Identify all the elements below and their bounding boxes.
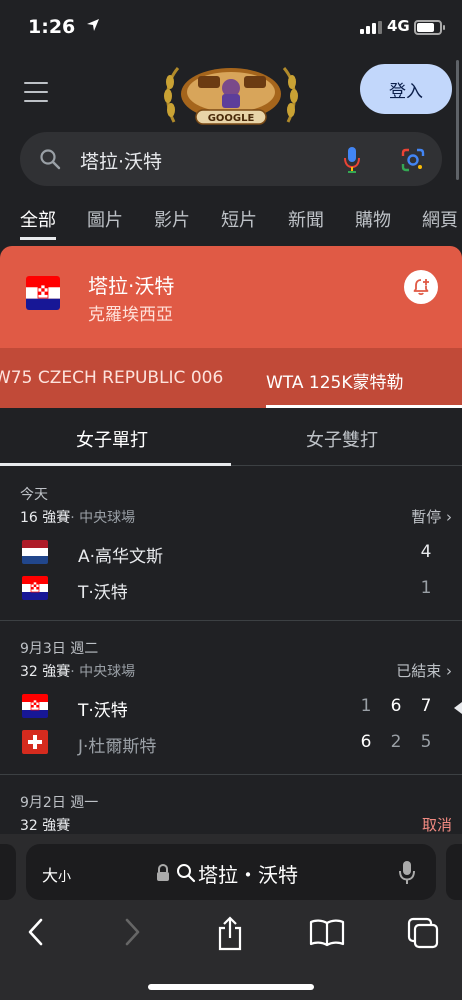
match-date: 9月3日 週二 bbox=[20, 641, 99, 657]
match-round: 32 強賽 bbox=[20, 818, 71, 834]
search-input[interactable]: 塔拉·沃特 bbox=[80, 147, 162, 174]
match-status[interactable]: 暫停 › bbox=[411, 506, 452, 527]
search-icon bbox=[40, 149, 61, 170]
set-score: 6 bbox=[390, 696, 402, 716]
address-bar[interactable]: 大小 塔拉・沃特 bbox=[26, 844, 436, 900]
match-court: · 中央球場 bbox=[70, 664, 136, 680]
set-score: 1 bbox=[420, 578, 432, 598]
cellular-signal-icon bbox=[360, 21, 382, 34]
set-score: 7 bbox=[420, 696, 432, 716]
forward-icon[interactable] bbox=[120, 916, 144, 948]
match-date: 今天 bbox=[20, 487, 48, 503]
player-name: A·高华文斯 bbox=[78, 547, 164, 567]
tab-womens-doubles[interactable]: 女子雙打 bbox=[306, 426, 378, 452]
tab-shopping[interactable]: 購物 bbox=[355, 206, 391, 240]
status-time: 1:26 bbox=[28, 16, 76, 38]
player-name: 塔拉·沃特 bbox=[88, 274, 175, 298]
bookmarks-icon[interactable] bbox=[308, 916, 346, 948]
google-lens-icon[interactable] bbox=[400, 147, 426, 173]
match-date: 9月2日 週一 bbox=[20, 795, 99, 811]
browser-nav bbox=[0, 912, 462, 962]
tab-shorts[interactable]: 短片 bbox=[221, 206, 257, 240]
player-name: T·沃特 bbox=[78, 583, 128, 603]
player-row: T·沃特 1 6 7 bbox=[0, 690, 462, 724]
tab-videos[interactable]: 影片 bbox=[154, 206, 190, 240]
match-card[interactable]: 9月3日 週二 32 強賽· 中央球場 已結束 › T·沃特 1 6 7 J·杜… bbox=[0, 620, 462, 774]
set-score: 2 bbox=[390, 732, 402, 752]
croatia-flag-icon bbox=[22, 694, 48, 718]
set-score: 5 bbox=[420, 732, 432, 752]
network-type: 4G bbox=[387, 17, 410, 35]
match-court: · 中央球場 bbox=[70, 510, 136, 526]
tournament-tabs: W75 CZECH REPUBLIC 006 WTA 125K蒙特勒 bbox=[0, 348, 462, 408]
set-score: 1 bbox=[360, 696, 372, 716]
tab-all[interactable]: 全部 bbox=[20, 206, 56, 240]
match-card[interactable]: 今天 16 強賽· 中央球場 暫停 › A·高华文斯 4 T·沃特 1 bbox=[0, 466, 462, 634]
next-tab-peek[interactable] bbox=[446, 844, 462, 900]
netherlands-flag-icon bbox=[22, 540, 48, 564]
share-icon[interactable] bbox=[214, 916, 246, 952]
google-doodle-logo[interactable]: GOOGLE bbox=[160, 62, 302, 130]
microphone-icon[interactable] bbox=[398, 860, 416, 886]
back-icon[interactable] bbox=[24, 916, 48, 948]
match-round: 32 強賽· 中央球場 bbox=[20, 664, 136, 680]
switzerland-flag-icon bbox=[22, 730, 48, 754]
tab-news[interactable]: 新聞 bbox=[288, 206, 324, 240]
player-row: J·杜爾斯特 6 2 5 bbox=[0, 726, 462, 760]
player-entity-header: 塔拉·沃特 克羅埃西亞 bbox=[0, 246, 462, 348]
match-card[interactable]: 9月2日 週一 32 強賽 取消 bbox=[0, 774, 462, 834]
croatia-flag-icon bbox=[26, 276, 60, 310]
voice-search-icon[interactable] bbox=[342, 146, 362, 174]
svg-text:GOOGLE: GOOGLE bbox=[208, 113, 255, 124]
lock-icon bbox=[157, 864, 169, 881]
menu-icon[interactable] bbox=[24, 82, 48, 102]
search-icon bbox=[177, 864, 196, 883]
event-tabs: 女子單打 女子雙打 bbox=[0, 408, 462, 466]
match-status[interactable]: 取消 bbox=[422, 814, 452, 834]
winner-indicator-icon bbox=[454, 702, 462, 714]
browser-toolbar: 大小 塔拉・沃特 bbox=[0, 834, 462, 1000]
google-header: GOOGLE 登入 bbox=[0, 56, 462, 130]
login-button[interactable]: 登入 bbox=[360, 64, 452, 114]
tab-tournament-wta125[interactable]: WTA 125K蒙特勒 bbox=[266, 368, 462, 393]
url-text[interactable]: 塔拉・沃特 bbox=[198, 859, 298, 888]
croatia-flag-icon bbox=[22, 576, 48, 600]
search-bar[interactable]: 塔拉·沃特 bbox=[20, 132, 442, 186]
player-name: T·沃特 bbox=[78, 701, 128, 721]
previous-tab-peek[interactable] bbox=[0, 844, 16, 900]
player-country: 克羅埃西亞 bbox=[88, 305, 173, 325]
tab-womens-singles[interactable]: 女子單打 bbox=[76, 426, 148, 452]
tab-images[interactable]: 圖片 bbox=[87, 206, 123, 240]
set-score: 4 bbox=[420, 542, 432, 562]
player-row: A·高华文斯 4 bbox=[0, 536, 462, 570]
text-size-button[interactable]: 大小 bbox=[42, 862, 71, 886]
search-tabs: 全部 圖片 影片 短片 新聞 購物 網頁 bbox=[20, 206, 462, 240]
player-row: T·沃特 1 bbox=[0, 572, 462, 606]
bell-plus-icon bbox=[413, 279, 429, 296]
home-indicator[interactable] bbox=[148, 984, 314, 990]
tab-web[interactable]: 網頁 bbox=[422, 206, 458, 240]
location-arrow-icon bbox=[87, 19, 99, 31]
player-name: J·杜爾斯特 bbox=[78, 737, 157, 757]
match-status[interactable]: 已結束 › bbox=[396, 660, 452, 681]
page-scrollbar[interactable] bbox=[456, 60, 459, 180]
match-round: 16 強賽· 中央球場 bbox=[20, 510, 136, 526]
follow-button[interactable] bbox=[404, 270, 438, 304]
battery-icon bbox=[414, 20, 445, 35]
tabs-icon[interactable] bbox=[406, 916, 440, 950]
set-score: 6 bbox=[360, 732, 372, 752]
tab-tournament-w75[interactable]: W75 CZECH REPUBLIC 006 bbox=[0, 368, 223, 388]
status-bar: 1:26 4G bbox=[0, 0, 462, 56]
